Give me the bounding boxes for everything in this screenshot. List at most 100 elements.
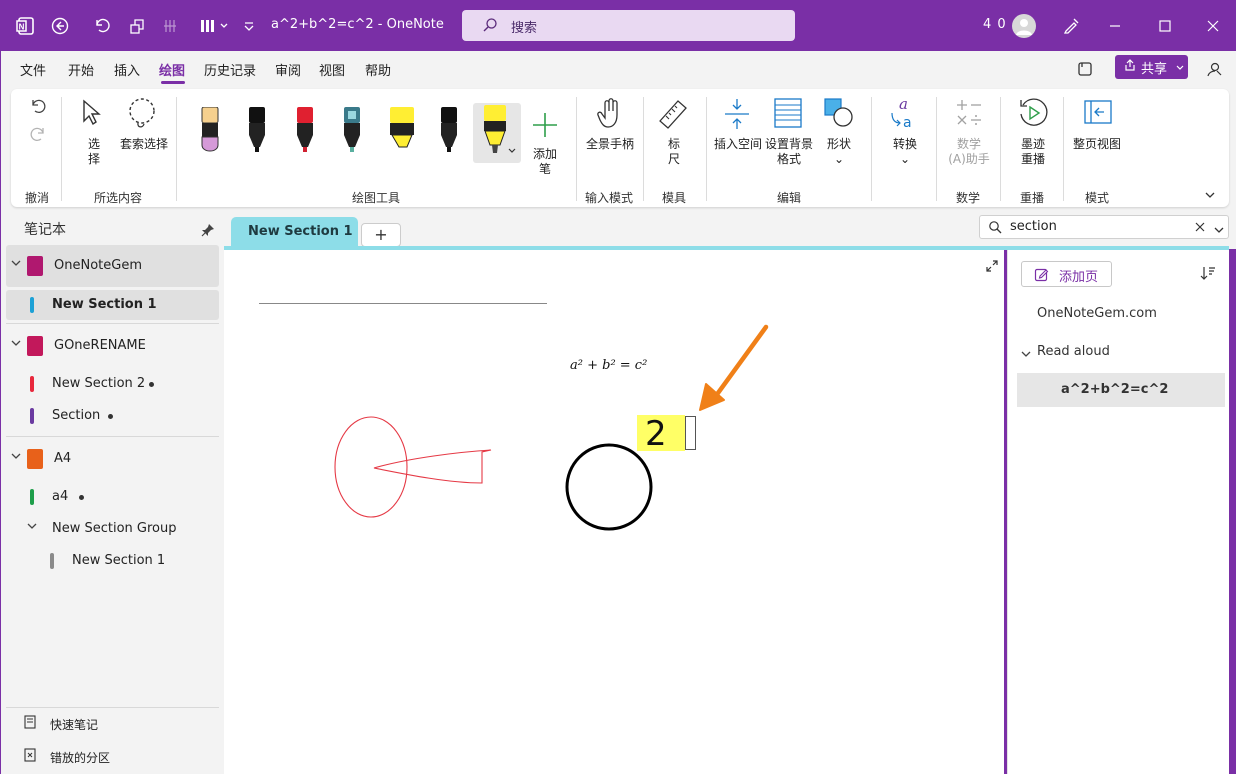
shapes-label[interactable]: 形状 ⌄ <box>819 137 859 167</box>
draw-eraser-icon[interactable] <box>158 14 182 38</box>
feedback-pen-icon[interactable] <box>1059 14 1083 38</box>
close-icon[interactable] <box>1201 14 1225 38</box>
chevron-down-icon[interactable] <box>1021 347 1031 362</box>
select-label[interactable]: 选 择 <box>87 137 101 167</box>
sort-pages-icon[interactable] <box>1200 265 1216 285</box>
convert-label[interactable]: 转换 ⌄ <box>883 137 927 167</box>
pen-pastel-icon[interactable] <box>199 106 221 159</box>
menu-draw[interactable]: 绘图 <box>159 60 185 79</box>
chevron-down-icon[interactable] <box>11 339 21 350</box>
shapes-icon[interactable] <box>823 97 855 133</box>
ink-convert-icon[interactable]: aa <box>889 95 921 133</box>
section-new-section-2[interactable]: New Section 2 <box>6 369 219 399</box>
quick-notes-item[interactable]: 快速笔记 <box>23 715 98 733</box>
math-assistant-icon[interactable] <box>955 97 983 131</box>
insert-space-label[interactable]: 插入空间 <box>712 137 764 152</box>
background-format-label[interactable]: 设置背景 格式 <box>761 137 817 167</box>
ribbon-redo-icon[interactable] <box>29 125 47 147</box>
notebook-a4[interactable]: A4 <box>6 444 219 474</box>
group-undo-label: 撤消 <box>25 191 50 205</box>
section-name: New Section 2 <box>52 376 146 391</box>
lasso-select-icon[interactable] <box>125 97 159 135</box>
menu-insert[interactable]: 插入 <box>114 60 140 79</box>
svg-text:a: a <box>899 95 908 113</box>
section-section[interactable]: Section <box>6 401 219 431</box>
pen-black-fine-icon[interactable] <box>438 107 460 159</box>
hand-pan-icon[interactable] <box>597 97 623 133</box>
section-new-section-1[interactable]: New Section 1 <box>6 290 219 320</box>
math-assistant-label[interactable]: 数学 (A)助手 <box>943 137 995 167</box>
insert-space-icon[interactable] <box>723 97 751 135</box>
ink-replay-label[interactable]: 墨迹 重播 <box>1009 137 1057 167</box>
add-pen-label[interactable]: 添加 笔 <box>531 147 559 177</box>
page-search-input[interactable]: section <box>1010 219 1057 234</box>
undo-icon[interactable] <box>90 14 114 38</box>
select-arrow-icon[interactable] <box>81 99 103 131</box>
add-section-button[interactable]: + <box>361 223 401 247</box>
section-group-new-section-1[interactable]: New Section 1 <box>6 546 219 576</box>
notebook-onenotegem[interactable]: OneNoteGem <box>6 245 219 287</box>
avatar[interactable] <box>1012 14 1036 38</box>
ribbon-undo-icon[interactable] <box>29 97 47 119</box>
menu-help[interactable]: 帮助 <box>365 60 391 79</box>
tab-new-section-1[interactable]: New Section 1 <box>231 217 358 247</box>
page-search-box[interactable]: section <box>979 215 1229 239</box>
chevron-down-icon[interactable] <box>11 259 21 270</box>
highlighter-yellow-icon[interactable] <box>388 107 416 159</box>
orange-arrow-annotation[interactable] <box>694 322 774 417</box>
add-pen-plus-icon[interactable] <box>531 111 559 143</box>
selected-highlighter-button[interactable] <box>473 103 521 163</box>
share-button[interactable]: 共享 <box>1115 55 1188 79</box>
expand-icon[interactable] <box>985 259 999 277</box>
maximize-icon[interactable] <box>1153 14 1177 38</box>
equation-text[interactable]: a² + b² = c² <box>570 358 647 373</box>
menu-file[interactable]: 文件 <box>20 60 46 79</box>
pen-black-icon[interactable] <box>246 107 268 159</box>
black-ink-circle[interactable] <box>562 440 658 536</box>
menu-view[interactable]: 视图 <box>319 60 345 79</box>
misplaced-sections-item[interactable]: 错放的分区 <box>23 748 110 766</box>
pen-red-icon[interactable] <box>294 107 316 159</box>
chevron-down-icon[interactable] <box>27 522 37 533</box>
ruler-label[interactable]: 标 尺 <box>667 137 681 167</box>
notebook-gonerename[interactable]: GOneRENAME <box>6 331 219 361</box>
menu-review[interactable]: 审阅 <box>275 60 301 79</box>
page-item[interactable]: OneNoteGem.com <box>1017 297 1225 331</box>
quick-notes-label: 快速笔记 <box>50 717 99 732</box>
ink-replay-icon[interactable] <box>1017 97 1049 133</box>
section-a4[interactable]: a4 <box>6 482 219 512</box>
search-scope-chevron-icon[interactable] <box>1214 223 1224 238</box>
search-box[interactable]: 搜索 <box>462 10 795 41</box>
full-page-view-icon[interactable] <box>1083 97 1113 131</box>
page-item-group[interactable]: Read aloud <box>1017 335 1225 369</box>
section-group-new-section-group[interactable]: New Section Group <box>6 514 219 544</box>
page-canvas[interactable]: a² + b² = c² 2 <box>224 250 1004 774</box>
comments-icon[interactable] <box>1204 59 1224 83</box>
onenote-logo-icon: N <box>14 14 38 38</box>
onenote-window: N a^2+b^2=c^2 - OneNote 搜索 4 0 文件 开始 插入 … <box>0 0 1236 774</box>
ruler-icon[interactable] <box>657 97 689 135</box>
back-icon[interactable] <box>48 14 72 38</box>
add-page-button[interactable]: 添加页 <box>1021 261 1112 287</box>
quick-access-pens-icon[interactable] <box>197 14 231 38</box>
full-page-view-label[interactable]: 整页视图 <box>1069 137 1125 152</box>
chevron-down-icon[interactable] <box>11 452 21 463</box>
hand-label[interactable]: 全景手柄 <box>584 137 636 152</box>
menu-home[interactable]: 开始 <box>68 60 94 79</box>
menu-history[interactable]: 历史记录 <box>204 60 256 79</box>
minimize-icon[interactable] <box>1103 14 1127 38</box>
page-title-underline[interactable] <box>259 303 547 304</box>
clear-search-icon[interactable] <box>1194 221 1206 237</box>
lasso-select-label[interactable]: 套索选择 <box>119 137 169 152</box>
customize-toolbar-icon[interactable] <box>237 14 261 38</box>
page-item-selected[interactable]: a^2+b^2=c^2 <box>1017 373 1225 407</box>
page-view-icon[interactable] <box>1076 60 1094 82</box>
pin-icon[interactable] <box>201 223 215 241</box>
red-ink-drawing[interactable] <box>329 410 504 522</box>
text-cursor-box[interactable] <box>685 416 696 450</box>
ribbon-collapse-chevron-icon[interactable] <box>1204 189 1216 204</box>
background-format-icon[interactable] <box>773 97 803 133</box>
group-replay-label: 重播 <box>1020 191 1045 205</box>
dock-to-desktop-icon[interactable] <box>125 14 149 38</box>
pen-galaxy-icon[interactable] <box>341 107 363 159</box>
